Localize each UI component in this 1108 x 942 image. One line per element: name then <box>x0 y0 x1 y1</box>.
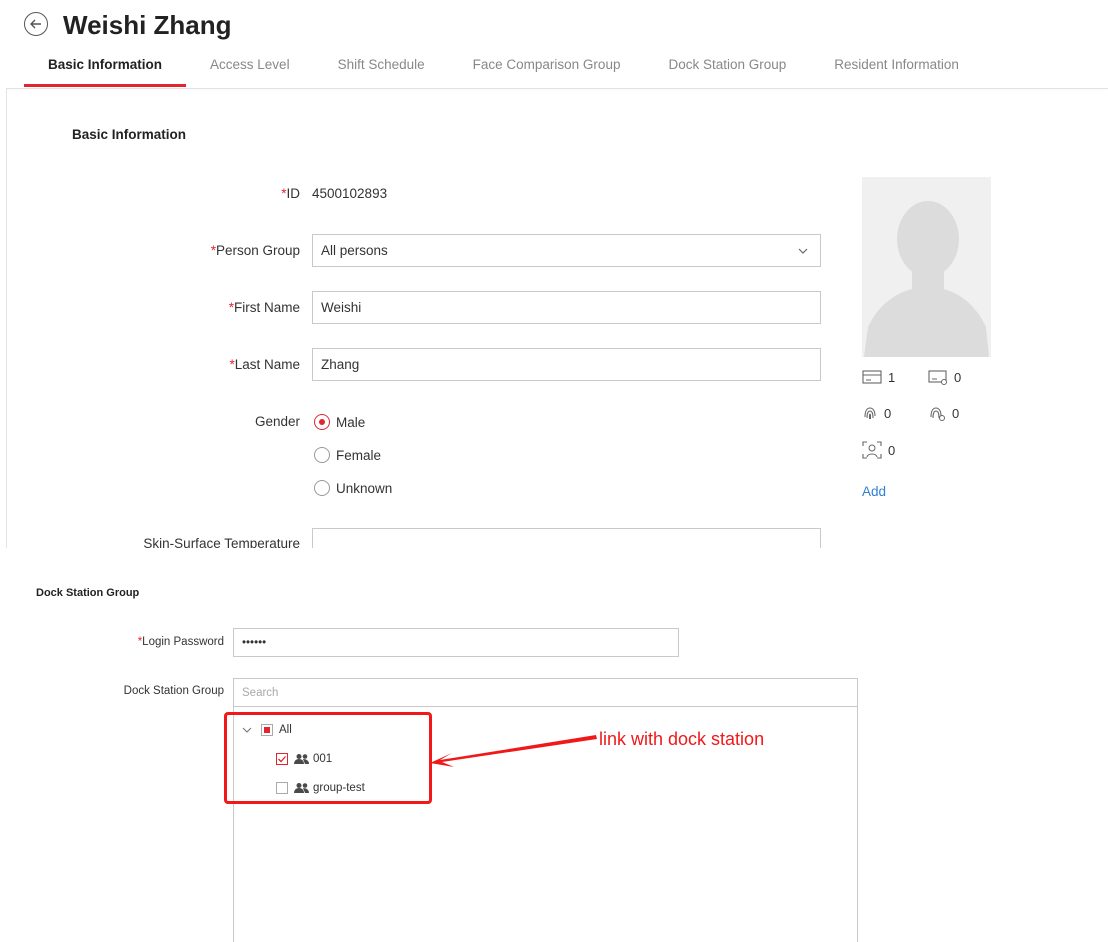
face-count-value: 0 <box>888 442 896 458</box>
dock-group-label: Dock Station Group <box>123 685 224 697</box>
face-scan-icon <box>862 441 882 459</box>
tab-divider <box>6 88 1108 89</box>
arrow-left-icon <box>30 19 41 29</box>
last-name-field[interactable]: Zhang <box>312 348 821 381</box>
id-label-text: ID <box>286 186 301 201</box>
annotation-highlight-box <box>224 712 432 804</box>
tab-basic-information[interactable]: Basic Information <box>24 48 187 88</box>
login-password-field[interactable]: •••••• <box>233 628 679 657</box>
card-count-value: 1 <box>888 369 896 385</box>
person-edit-panel: Weishi Zhang Basic Information Access Le… <box>0 0 1108 548</box>
person-photo[interactable] <box>862 177 991 357</box>
back-button[interactable] <box>24 12 48 36</box>
gender-label: Gender <box>254 414 300 429</box>
section-title-dock: Dock Station Group <box>36 587 140 599</box>
gender-radio-unknown[interactable]: Unknown <box>314 480 392 496</box>
card2-count-value: 0 <box>954 369 962 385</box>
gender-radio-male[interactable]: Male <box>314 414 365 430</box>
annotation-arrow-icon <box>430 735 597 767</box>
person-group-label: *Person Group <box>211 243 300 258</box>
gender-radio-female[interactable]: Female <box>314 447 381 463</box>
radio-selected-icon <box>314 414 330 430</box>
dock-station-panel: Dock Station Group *Login Password •••••… <box>0 548 1108 942</box>
last-name-value: Zhang <box>321 357 360 372</box>
dock-group-search[interactable]: Search <box>233 678 858 707</box>
person-group-label-text: Person Group <box>215 243 300 258</box>
card-icon <box>862 370 882 384</box>
page-title: Weishi Zhang <box>63 10 232 40</box>
fingerprint-count: 0 <box>862 405 891 421</box>
login-password-label: *Login Password <box>138 636 224 648</box>
tab-shift-schedule[interactable]: Shift Schedule <box>314 48 449 88</box>
radio-icon <box>314 447 330 463</box>
first-name-label: *First Name <box>229 300 300 315</box>
chevron-down-icon <box>798 248 808 254</box>
id-label: *ID <box>281 186 300 201</box>
first-name-label-text: First Name <box>233 300 300 315</box>
fingerprint2-count-value: 0 <box>952 405 960 421</box>
tab-access-level[interactable]: Access Level <box>186 48 314 88</box>
annotation-text: link with dock station <box>599 729 765 749</box>
person-group-select[interactable]: All persons <box>312 234 821 267</box>
person-group-value: All persons <box>321 243 388 258</box>
avatar-placeholder-icon <box>862 177 991 357</box>
last-name-label: *Last Name <box>229 357 300 372</box>
gender-option-label: Female <box>336 447 382 463</box>
section-title-basic: Basic Information <box>72 127 187 142</box>
search-placeholder: Search <box>242 686 279 699</box>
first-name-field[interactable]: Weishi <box>312 291 821 324</box>
panel-border <box>6 89 7 548</box>
tab-bar: Basic Information Access Level Shift Sch… <box>24 48 983 88</box>
face-count: 0 <box>862 441 895 459</box>
gender-option-label: Male <box>336 414 366 430</box>
gender-option-label: Unknown <box>336 480 393 496</box>
tab-face-comparison-group[interactable]: Face Comparison Group <box>449 48 645 88</box>
radio-icon <box>314 480 330 496</box>
last-name-label-text: Last Name <box>234 357 300 372</box>
card2-count: 0 <box>928 369 961 385</box>
id-value: 4500102893 <box>312 186 388 201</box>
fingerprint-settings-icon <box>930 407 945 421</box>
fingerprint2-count: 0 <box>928 405 959 421</box>
card-settings-icon <box>928 370 947 385</box>
tab-resident-information[interactable]: Resident Information <box>810 48 983 88</box>
fingerprint-icon <box>864 407 876 420</box>
login-password-label-text: Login Password <box>142 636 224 648</box>
add-credential-link[interactable]: Add <box>862 484 886 499</box>
tab-dock-station-group[interactable]: Dock Station Group <box>644 48 810 88</box>
fingerprint-count-value: 0 <box>884 405 892 421</box>
card-count: 1 <box>862 369 895 385</box>
login-password-value: •••••• <box>242 636 267 649</box>
skin-temp-field[interactable] <box>312 528 821 548</box>
first-name-value: Weishi <box>321 300 362 315</box>
skin-temp-label: Skin-Surface Temperature <box>143 536 300 548</box>
